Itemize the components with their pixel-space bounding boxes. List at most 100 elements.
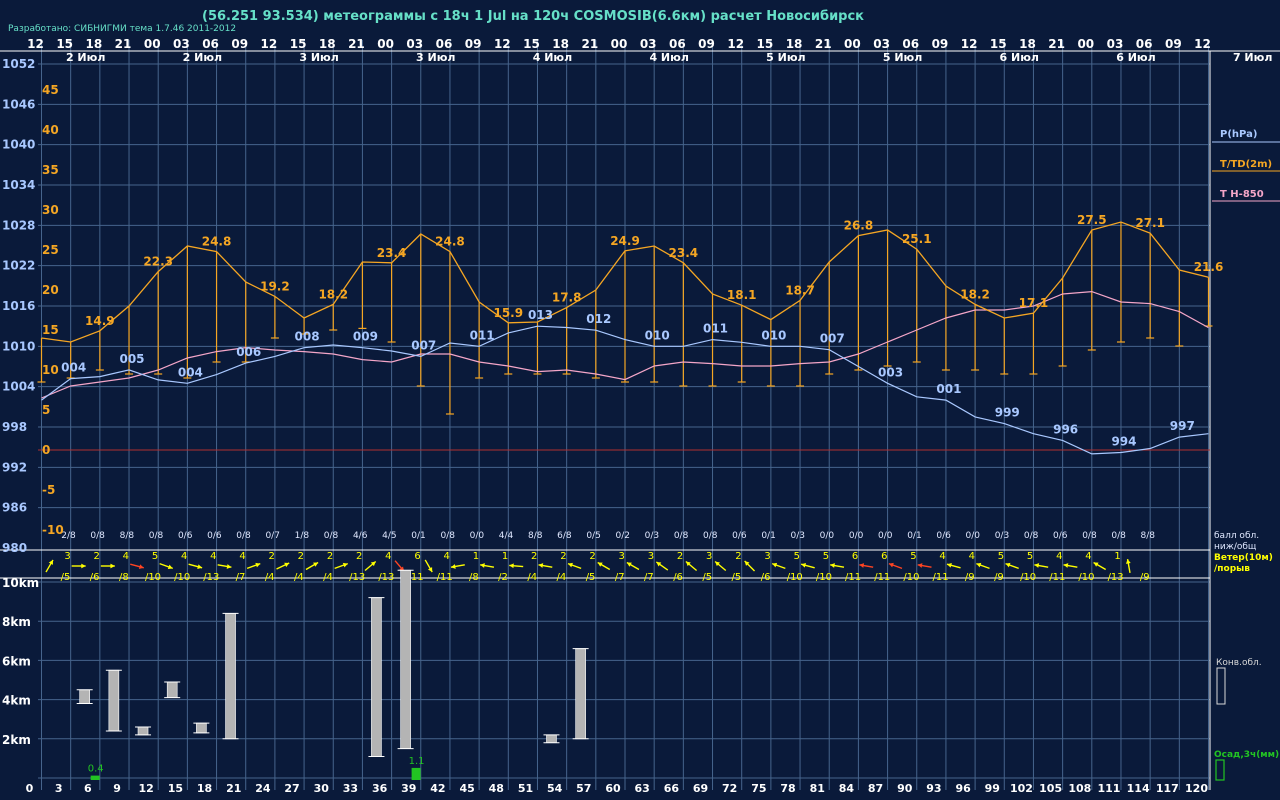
hour-tick-label: 09 — [1165, 37, 1182, 51]
wind-gust-label: /4 — [323, 572, 333, 583]
hour-tick-label: 12 — [727, 37, 744, 51]
wind-gust-label: /10 — [816, 572, 832, 583]
hour-tick-label: 03 — [873, 37, 890, 51]
wind-gust-label: /9 — [965, 572, 975, 583]
hour-tick-label: 09 — [231, 37, 248, 51]
pressure-tick-label: 1040 — [2, 138, 35, 152]
lead-time-label: 3 — [55, 782, 63, 795]
temperature-value-label: 18.1 — [727, 288, 757, 302]
wind-gust-label: /4 — [527, 572, 537, 583]
height-tick-label: 2km — [2, 733, 31, 747]
wind-speed-label: 4 — [239, 551, 245, 562]
lead-time-label: 39 — [401, 782, 416, 795]
cloud-cover-label: 0/6 — [1053, 531, 1068, 541]
cloud-cover-label: 0/6 — [207, 531, 222, 541]
hour-tick-label: 18 — [85, 37, 102, 51]
wind-speed-label: 2 — [298, 551, 304, 562]
lead-time-label: 42 — [430, 782, 445, 795]
lead-time-label: 9 — [113, 782, 121, 795]
pressure-tick-label: 1016 — [2, 299, 35, 313]
hour-tick-label: 15 — [290, 37, 307, 51]
temperature-value-label: 23.4 — [669, 246, 699, 260]
precip-value-label: 1.1 — [409, 756, 425, 767]
cloud-cover-label: 0/3 — [645, 531, 659, 541]
cloud-cover-label: 8/8 — [1141, 531, 1156, 541]
cloud-cover-label: 0/8 — [703, 531, 718, 541]
temp-tick-label: 20 — [42, 283, 59, 297]
hour-tick-label: 09 — [698, 37, 715, 51]
temp-tick-label: -10 — [42, 523, 64, 537]
hour-tick-label: 00 — [611, 37, 628, 51]
lead-time-label: 36 — [372, 782, 388, 795]
pressure-value-label: 999 — [995, 406, 1020, 420]
wind-speed-label: 2 — [356, 551, 362, 562]
lead-time-label: 90 — [897, 782, 913, 795]
pressure-value-label: 003 — [878, 365, 903, 379]
hour-tick-label: 06 — [1136, 37, 1153, 51]
convective-cloud-bar — [137, 726, 149, 736]
pressure-value-label: 004 — [178, 365, 203, 379]
pressure-value-label: 011 — [703, 322, 728, 336]
hour-tick-label: 06 — [902, 37, 919, 51]
wind-speed-label: 2 — [531, 551, 537, 562]
wind-speed-label: 5 — [1027, 551, 1033, 562]
height-tick-label: 4km — [2, 694, 31, 708]
temperature-value-label: 15.9 — [493, 306, 523, 320]
legend-convective: Конв.обл. — [1216, 658, 1262, 668]
lead-time-label: 18 — [197, 782, 212, 795]
hour-tick-label: 12 — [1194, 37, 1211, 51]
cloud-cover-label: 4/6 — [353, 531, 368, 541]
temperature-value-label: 27.1 — [1135, 216, 1165, 230]
hour-tick-label: 03 — [1107, 37, 1124, 51]
lead-time-label: 45 — [459, 782, 474, 795]
pressure-value-label: 009 — [353, 330, 378, 344]
hour-tick-label: 09 — [932, 37, 949, 51]
pressure-value-label: 997 — [1170, 419, 1195, 433]
lead-time-label: 21 — [226, 782, 241, 795]
wind-speed-label: 2 — [93, 551, 99, 562]
hour-tick-label: 12 — [494, 37, 511, 51]
pressure-tick-label: 1022 — [2, 259, 35, 273]
hour-tick-label: 03 — [640, 37, 657, 51]
wind-speed-label: 6 — [852, 551, 858, 562]
cloud-cover-label: 0/1 — [761, 531, 775, 541]
wind-gust-label: /8 — [469, 572, 479, 583]
wind-gust-label: /4 — [294, 572, 304, 583]
temperature-value-label: 14.9 — [85, 314, 115, 328]
wind-gust-label: /9 — [1140, 572, 1150, 583]
convective-cloud-bar — [79, 689, 90, 704]
hour-tick-label: 12 — [261, 37, 278, 51]
wind-speed-label: 2 — [327, 551, 333, 562]
wind-gust-label: /13 — [378, 572, 394, 583]
pressure-tick-label: 1046 — [2, 97, 35, 111]
pressure-value-label: 007 — [820, 332, 845, 346]
lead-time-label: 60 — [605, 782, 621, 795]
pressure-tick-label: 986 — [2, 501, 27, 515]
temp-tick-label: 40 — [42, 123, 59, 137]
lead-time-label: 102 — [1010, 782, 1033, 795]
precip-value-label: 0.4 — [88, 764, 104, 775]
wind-speed-label: 4 — [210, 551, 216, 562]
cloud-cover-label: 1/8 — [295, 531, 310, 541]
convective-cloud-bar — [546, 734, 557, 744]
temperature-value-label: 21.6 — [1194, 260, 1224, 274]
lead-time-label: 66 — [664, 782, 680, 795]
lead-time-label: 81 — [810, 782, 825, 795]
wind-gust-label: /4 — [265, 572, 275, 583]
wind-gust-label: /11 — [1049, 572, 1065, 583]
cloud-cover-label: 0/8 — [1111, 531, 1126, 541]
wind-speed-label: 1 — [473, 551, 479, 562]
cloud-cover-label: 0/3 — [995, 531, 1009, 541]
hour-tick-label: 09 — [465, 37, 482, 51]
lead-time-label: 0 — [26, 782, 34, 795]
lead-time-label: 57 — [576, 782, 591, 795]
background — [0, 0, 1280, 800]
wind-gust-label: /5 — [586, 572, 596, 583]
temperature-value-label: 18.2 — [960, 287, 990, 301]
convective-cloud-bar — [225, 613, 236, 740]
wind-speed-label: 6 — [881, 551, 887, 562]
cloud-cover-label: 4/5 — [382, 531, 396, 541]
cloud-cover-label: 6/8 — [557, 531, 572, 541]
wind-speed-label: 2 — [560, 551, 566, 562]
pressure-tick-label: 992 — [2, 460, 27, 474]
